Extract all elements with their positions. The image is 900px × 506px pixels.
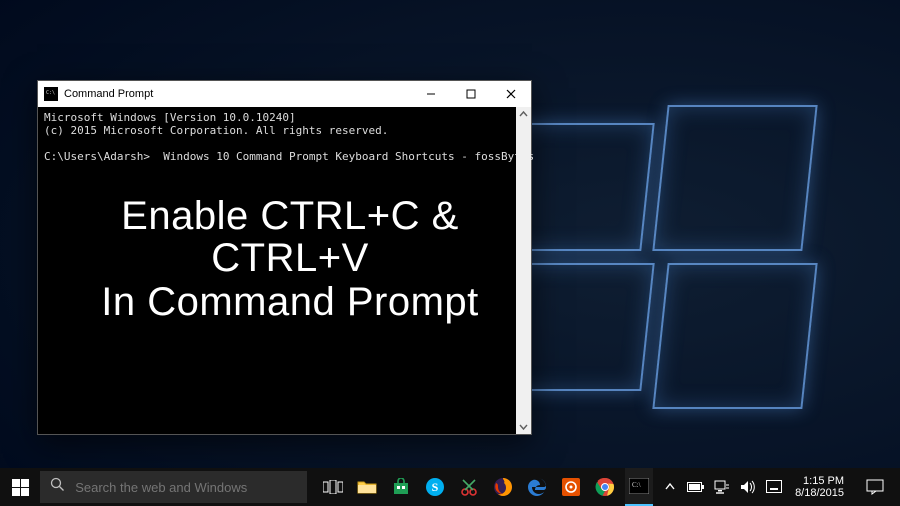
search-icon xyxy=(50,477,65,497)
cmd-app-icon xyxy=(44,87,58,101)
terminal-line-copyright: (c) 2015 Microsoft Corporation. All righ… xyxy=(44,124,531,137)
minimize-button[interactable] xyxy=(411,81,451,107)
skype-button[interactable]: S xyxy=(421,468,449,506)
taskbar-pinned-apps: S C:\ xyxy=(315,468,653,506)
svg-text:C:\: C:\ xyxy=(632,481,641,489)
battery-tray-button[interactable] xyxy=(687,478,705,496)
task-view-icon xyxy=(323,480,343,494)
window-title: Command Prompt xyxy=(64,88,411,100)
search-input[interactable] xyxy=(75,480,297,495)
chrome-icon xyxy=(595,477,615,497)
volume-tray-button[interactable] xyxy=(739,478,757,496)
overlay-caption: Enable CTRL+C & CTRL+V In Command Prompt xyxy=(60,195,520,325)
terminal-line-version: Microsoft Windows [Version 10.0.10240] xyxy=(44,111,531,124)
music-button[interactable] xyxy=(557,468,585,506)
windows-start-icon xyxy=(12,479,29,496)
taskbar-clock[interactable]: 1:15 PM 8/18/2015 xyxy=(791,475,850,499)
scroll-down-button[interactable] xyxy=(516,419,531,434)
chevron-up-icon xyxy=(665,482,675,492)
snipping-tool-button[interactable] xyxy=(455,468,483,506)
cmd-taskbar-button[interactable]: C:\ xyxy=(625,468,653,506)
terminal-blank xyxy=(44,137,531,150)
chrome-button[interactable] xyxy=(591,468,619,506)
file-explorer-icon xyxy=(357,479,377,495)
caption-line-1: Enable CTRL+C & CTRL+V xyxy=(60,195,520,279)
terminal-prompt-line: C:\Users\Adarsh> Windows 10 Command Prom… xyxy=(44,150,531,163)
clock-date: 8/18/2015 xyxy=(795,487,844,499)
file-explorer-button[interactable] xyxy=(353,468,381,506)
snipping-tool-icon xyxy=(459,477,479,497)
svg-text:S: S xyxy=(432,480,439,494)
network-tray-button[interactable] xyxy=(713,478,731,496)
store-button[interactable] xyxy=(387,468,415,506)
search-box[interactable] xyxy=(40,471,307,503)
terminal-typed-text: Windows 10 Command Prompt Keyboard Short… xyxy=(150,150,534,163)
music-icon xyxy=(562,478,580,496)
start-button[interactable] xyxy=(0,468,40,506)
scroll-up-button[interactable] xyxy=(516,107,531,122)
firefox-icon xyxy=(493,477,513,497)
caption-line-2: In Command Prompt xyxy=(60,279,520,325)
action-center-button[interactable] xyxy=(858,468,892,506)
maximize-button[interactable] xyxy=(451,81,491,107)
store-icon xyxy=(392,478,410,496)
show-hidden-icons-button[interactable] xyxy=(661,478,679,496)
system-tray: 1:15 PM 8/18/2015 xyxy=(653,468,900,506)
battery-icon xyxy=(687,481,705,493)
volume-icon xyxy=(740,480,756,494)
close-button[interactable] xyxy=(491,81,531,107)
edge-button[interactable] xyxy=(523,468,551,506)
clock-time: 1:15 PM xyxy=(795,475,844,487)
window-titlebar[interactable]: Command Prompt xyxy=(38,81,531,107)
terminal-prompt: C:\Users\Adarsh> xyxy=(44,150,150,163)
windows-logo-artwork xyxy=(510,105,810,405)
notification-icon xyxy=(866,479,884,495)
edge-icon xyxy=(527,477,547,497)
taskbar: S C:\ xyxy=(0,468,900,506)
task-view-button[interactable] xyxy=(319,468,347,506)
keyboard-icon xyxy=(766,480,782,494)
firefox-button[interactable] xyxy=(489,468,517,506)
skype-icon: S xyxy=(425,477,445,497)
language-tray-button[interactable] xyxy=(765,478,783,496)
network-icon xyxy=(714,480,730,494)
cmd-icon: C:\ xyxy=(629,478,649,494)
